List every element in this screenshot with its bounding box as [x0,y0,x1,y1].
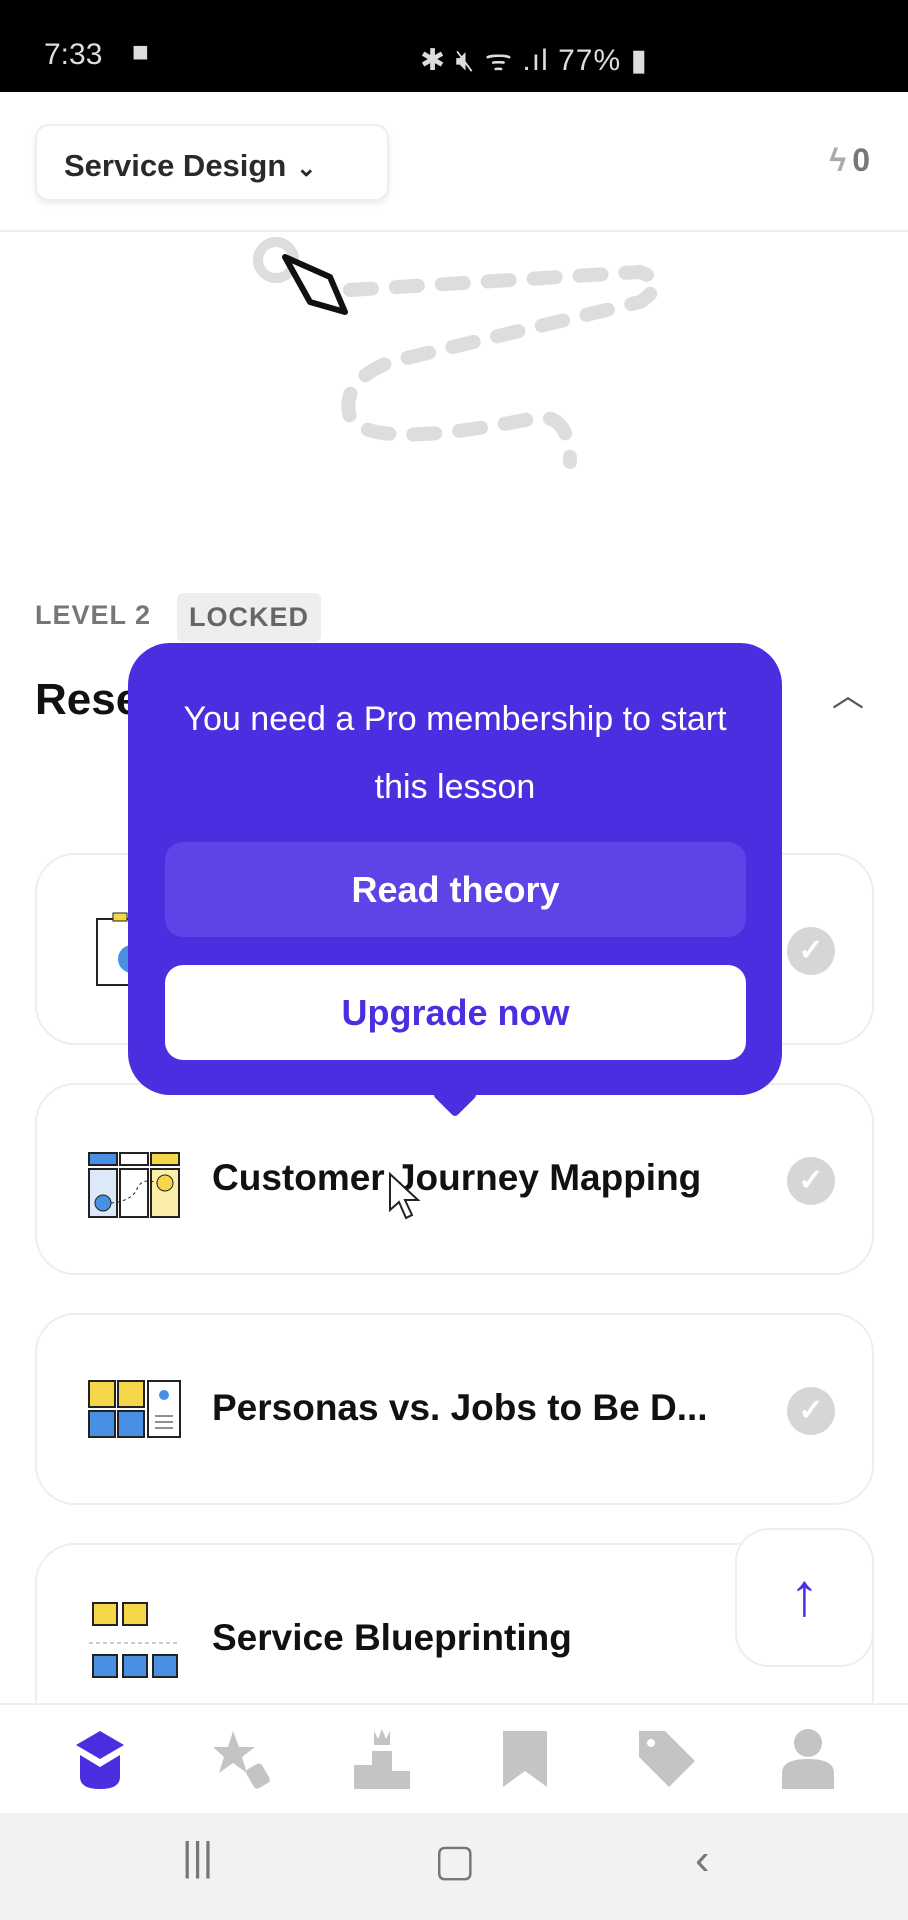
bottom-navigation [0,1703,908,1813]
course-name: Service Design [64,148,287,183]
nav-leaderboard-podium-icon[interactable] [350,1727,414,1791]
arrow-up-icon: ↑ [789,1561,820,1628]
recent-apps-icon[interactable]: ||| [182,1835,213,1880]
video-icon: ■ [132,36,149,67]
status-time: 7:33 [44,38,103,71]
status-bar: 7:33 ■ ✱ 🔇︎ ᯤ .ıl 77% ▮ [0,0,908,92]
check-icon: ✓ [787,1387,835,1435]
pro-required-popup: You need a Pro membership to start this … [128,643,782,1118]
mouse-cursor-icon [389,1172,421,1220]
scroll-to-top-button[interactable]: ↑ [735,1528,874,1667]
app-header: Service Design ⌄ ϟ0 [0,92,908,232]
system-navigation-bar: ||| ▢ ‹ [0,1813,908,1920]
battery-level: 77% [558,44,622,77]
popup-message: You need a Pro membership to start this … [183,700,727,806]
upgrade-now-button[interactable]: Upgrade now [165,965,746,1060]
back-icon[interactable]: ‹ [695,1835,710,1885]
nav-achievements-star-icon[interactable] [211,1727,275,1791]
nav-saved-bookmark-icon[interactable] [493,1727,557,1791]
course-selector[interactable]: Service Design ⌄ [35,124,389,201]
locked-badge: LOCKED [177,593,321,642]
lightning-icon: ϟ [829,142,847,178]
status-icons: ✱ 🔇︎ ᯤ .ıl 77% ▮ [420,44,648,77]
nav-learn-graduation-cap-icon[interactable] [68,1727,132,1791]
lesson-title: Service Blueprinting [212,1617,572,1658]
journey-map-illustration [88,1152,180,1218]
streak-count: 0 [852,142,870,178]
nav-profile-user-icon[interactable] [776,1727,840,1791]
level-label: LEVEL 2 [35,600,152,630]
path-illustration [253,237,662,469]
chevron-up-icon[interactable]: ︿ [832,670,864,716]
lesson-card[interactable]: Personas vs. Jobs to Be D... ✓ [35,1313,874,1505]
chevron-down-icon: ⌄ [296,155,317,182]
lesson-title: Personas vs. Jobs to Be D... [212,1387,708,1428]
nav-pricing-tag-icon[interactable] [635,1727,699,1791]
pen-icon [282,254,348,315]
check-icon: ✓ [787,1157,835,1205]
lesson-title: Customer Journey Mapping [212,1157,702,1198]
check-icon: ✓ [787,927,835,975]
home-icon[interactable]: ▢ [434,1835,476,1886]
streak-counter[interactable]: ϟ0 [829,142,870,179]
read-theory-button[interactable]: Read theory [165,842,746,937]
blueprint-illustration [89,1602,179,1678]
jtbd-illustration [88,1380,181,1438]
